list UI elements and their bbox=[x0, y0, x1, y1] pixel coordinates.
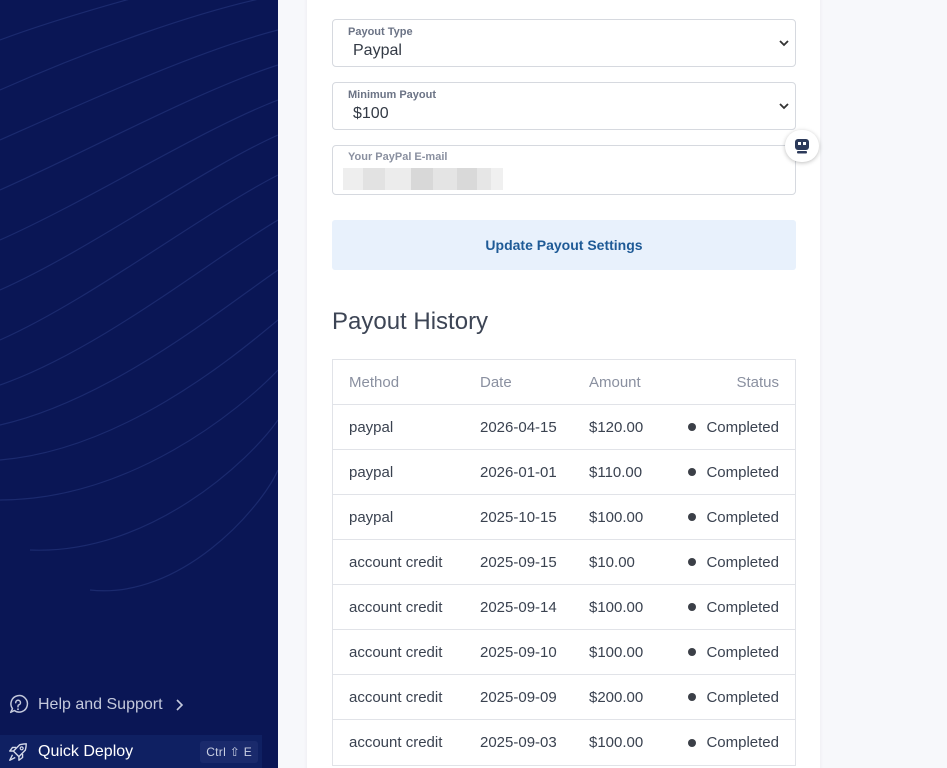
column-header-amount: Amount bbox=[589, 373, 641, 391]
rocket-icon bbox=[9, 742, 27, 761]
redacted-email-value bbox=[343, 168, 503, 190]
cell-date: 2026-01-01 bbox=[480, 463, 557, 481]
cell-date: 2025-09-10 bbox=[480, 643, 557, 661]
payout-history-title: Payout History bbox=[332, 308, 489, 335]
status-label: Completed bbox=[706, 643, 779, 661]
cell-date: 2026-04-15 bbox=[480, 418, 557, 436]
help-and-support-label: Help and Support bbox=[38, 696, 163, 713]
help-circle-icon bbox=[9, 694, 29, 714]
cell-method: account credit bbox=[349, 688, 443, 706]
sidebar-wave-pattern bbox=[0, 0, 278, 592]
table-row: account credit 2025-09-09 $200.00 Completed bbox=[333, 675, 795, 720]
chevron-right-icon bbox=[175, 699, 183, 711]
cell-status: Completed bbox=[688, 644, 779, 661]
table-row: paypal 2026-01-01 $110.00 Completed bbox=[333, 450, 795, 495]
cell-status: Completed bbox=[688, 734, 779, 751]
table-row: account credit 2025-09-14 $100.00 Completed bbox=[333, 585, 795, 630]
quick-deploy-label: Quick Deploy bbox=[38, 742, 134, 760]
cell-date: 2025-09-09 bbox=[480, 688, 557, 706]
table-row: account credit 2025-09-03 $100.00 Completed bbox=[333, 720, 795, 765]
status-dot-icon bbox=[688, 558, 697, 566]
cell-amount: $100.00 bbox=[589, 508, 644, 526]
cell-amount: $200.00 bbox=[589, 688, 644, 706]
cell-method: paypal bbox=[349, 508, 394, 526]
cell-date: 2025-09-03 bbox=[480, 734, 557, 751]
status-dot-icon bbox=[688, 423, 697, 431]
cell-method: account credit bbox=[349, 643, 443, 661]
cell-method: account credit bbox=[349, 553, 443, 571]
payout-type-label: Payout Type bbox=[348, 26, 413, 38]
cell-date: 2025-09-14 bbox=[480, 598, 557, 616]
cell-amount: $110.00 bbox=[589, 463, 643, 481]
sidebar: Help and Support Quick Deploy Ctrl ⇧ E bbox=[0, 0, 278, 768]
cell-amount: $100.00 bbox=[589, 598, 644, 616]
cell-status: Completed bbox=[688, 509, 779, 526]
status-dot-icon bbox=[688, 738, 697, 747]
cell-method: paypal bbox=[349, 418, 394, 436]
keyboard-shortcut-badge: Ctrl ⇧ E bbox=[200, 740, 258, 763]
column-header-date: Date bbox=[480, 373, 512, 391]
cell-status: Completed bbox=[688, 689, 779, 706]
status-dot-icon bbox=[688, 693, 697, 701]
robot-icon bbox=[795, 139, 809, 154]
status-label: Completed bbox=[706, 508, 779, 526]
status-label: Completed bbox=[706, 463, 779, 481]
table-row: account credit 2025-09-15 $10.00 Completed bbox=[333, 540, 795, 585]
table-row: account credit 2025-09-10 $100.00 Completed bbox=[333, 630, 795, 675]
status-label: Completed bbox=[706, 418, 779, 436]
paypal-email-label: Your PayPal E-mail bbox=[348, 151, 448, 163]
chevron-down-icon bbox=[779, 40, 789, 47]
table-row: paypal 2026-04-15 $120.00 Completed bbox=[333, 405, 795, 450]
cell-method: paypal bbox=[349, 463, 394, 481]
payout-type-select[interactable]: Payout Type Paypal bbox=[332, 19, 796, 67]
payout-type-value: Paypal bbox=[353, 42, 402, 59]
table-row: paypal 2025-10-15 $100.00 Completed bbox=[333, 495, 795, 540]
status-dot-icon bbox=[688, 468, 697, 476]
payout-history-table: Method Date Amount Status paypal 2026-04-… bbox=[332, 359, 796, 766]
minimum-payout-select[interactable]: Minimum Payout $100 bbox=[332, 82, 796, 130]
cell-method: account credit bbox=[349, 598, 443, 616]
chevron-down-icon bbox=[779, 103, 789, 110]
minimum-payout-label: Minimum Payout bbox=[348, 89, 437, 101]
status-label: Completed bbox=[706, 553, 779, 571]
minimum-payout-value: $100 bbox=[353, 105, 389, 122]
status-dot-icon bbox=[688, 513, 697, 521]
status-label: Completed bbox=[706, 734, 779, 751]
cell-status: Completed bbox=[688, 464, 779, 481]
cell-amount: $100.00 bbox=[589, 734, 644, 751]
status-dot-icon bbox=[688, 603, 697, 611]
cell-status: Completed bbox=[688, 599, 779, 616]
cell-amount: $10.00 bbox=[589, 553, 635, 571]
assistant-robot-button[interactable] bbox=[785, 130, 819, 162]
status-dot-icon bbox=[688, 648, 697, 656]
quick-deploy-button[interactable]: Quick Deploy Ctrl ⇧ E bbox=[0, 735, 262, 768]
cell-date: 2025-10-15 bbox=[480, 508, 557, 526]
cell-status: Completed bbox=[688, 419, 779, 436]
update-payout-settings-button[interactable]: Update Payout Settings bbox=[332, 220, 796, 270]
status-label: Completed bbox=[706, 688, 779, 706]
cell-date: 2025-09-15 bbox=[480, 553, 557, 571]
table-header-row: Method Date Amount Status bbox=[333, 360, 795, 405]
paypal-email-input[interactable]: Your PayPal E-mail bbox=[332, 145, 796, 195]
column-header-method: Method bbox=[349, 373, 400, 391]
cell-amount: $120.00 bbox=[589, 418, 644, 436]
cell-status: Completed bbox=[688, 554, 779, 571]
help-and-support-link[interactable]: Help and Support bbox=[0, 686, 278, 724]
cell-method: account credit bbox=[349, 734, 443, 751]
status-label: Completed bbox=[706, 598, 779, 616]
column-header-status: Status bbox=[736, 373, 779, 391]
cell-amount: $100.00 bbox=[589, 643, 644, 661]
